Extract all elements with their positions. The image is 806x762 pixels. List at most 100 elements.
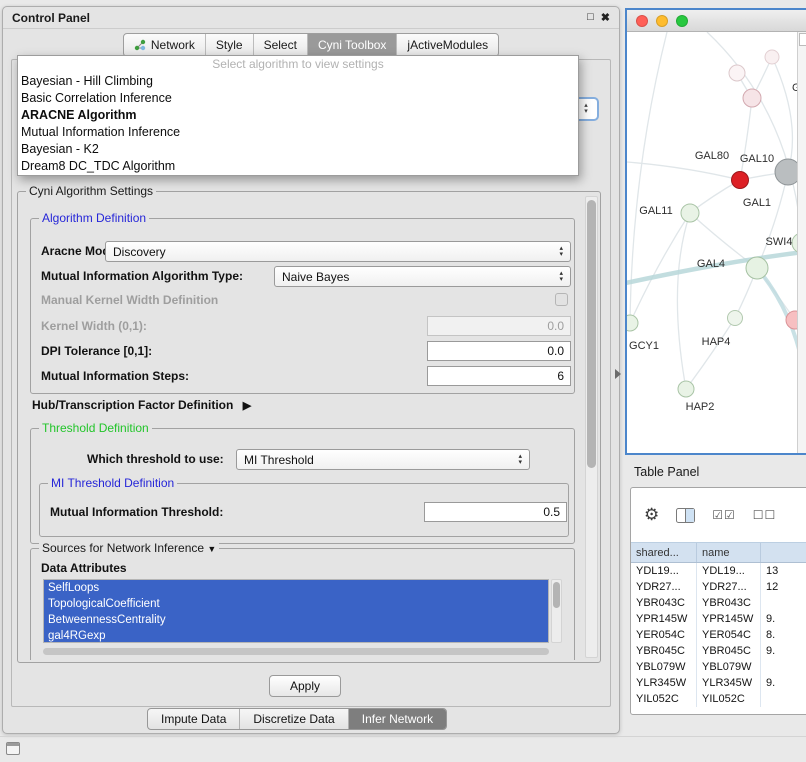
tab-discretize-data[interactable]: Discretize Data — [239, 709, 347, 729]
node-label: HAP2 — [686, 401, 715, 413]
list-item-selfloops[interactable]: SelfLoops — [44, 580, 548, 596]
attribute-list: SelfLoops TopologicalCoefficient Between… — [43, 579, 549, 643]
which-threshold-label: Which threshold to use: — [87, 452, 224, 466]
node-label: SWI4 — [766, 236, 793, 248]
aracne-mode-select[interactable]: Discovery ▴▾ — [105, 241, 571, 262]
column-header-shared[interactable]: shared... — [631, 543, 697, 562]
tab-jactivemodules[interactable]: jActiveModules — [396, 34, 498, 56]
settings-scrollbar-thumb[interactable] — [587, 200, 596, 468]
node-pale-pink-top[interactable] — [765, 50, 779, 64]
table-row[interactable]: YER054CYER054C8. — [631, 627, 806, 643]
control-panel-tabstrip: Network Style Select Cyni Toolbox jActiv… — [3, 33, 619, 57]
dropdown-prompt: Select algorithm to view settings — [18, 56, 578, 73]
column-header-clipped[interactable] — [761, 543, 806, 562]
tab-style[interactable]: Style — [205, 34, 253, 56]
float-window-icon[interactable]: □ — [587, 11, 594, 24]
minimize-traffic-button[interactable] — [656, 15, 668, 27]
node-green-gal1[interactable] — [681, 204, 699, 222]
table-toolbar: ⚙ ☑☑ ☐☐ — [631, 488, 806, 542]
table-panel-window: ⚙ ☑☑ ☐☐ shared... name YDL19...YDL19...1… — [630, 487, 806, 715]
algorithm-definition-group: Algorithm Definition Aracne Mode: Discov… — [30, 218, 575, 394]
algorithm-dropdown-popup: Select algorithm to view settings Bayesi… — [17, 55, 579, 176]
node-label: GAL11 — [639, 205, 672, 217]
column-header-name[interactable]: name — [697, 543, 761, 562]
restore-panel-icon[interactable] — [6, 742, 20, 755]
attribute-list-scrollbar-thumb[interactable] — [553, 582, 560, 608]
network-icon — [134, 39, 146, 51]
zoom-traffic-button[interactable] — [676, 15, 688, 27]
bottom-tabstrip: Impute Data Discretize Data Infer Networ… — [147, 708, 447, 730]
node-label: GAL10 — [740, 153, 774, 165]
tab-select[interactable]: Select — [253, 34, 307, 56]
threshold-definition-group: Threshold Definition Which threshold to … — [30, 428, 575, 544]
tab-cyni-toolbox[interactable]: Cyni Toolbox — [307, 34, 396, 56]
dpi-tolerance-input[interactable]: 0.0 — [427, 341, 571, 361]
gear-icon[interactable]: ⚙ — [644, 505, 659, 525]
table-header-row: shared... name — [631, 542, 806, 563]
node-green-gcy1[interactable] — [627, 315, 638, 331]
network-view-window: GAL GAL80 GAL10 GAL11 GAL1 SWI4 GAL4 GCY… — [625, 8, 806, 455]
table-row[interactable]: YBR043CYBR043C — [631, 595, 806, 611]
list-item-topologicalcoefficient[interactable]: TopologicalCoefficient — [44, 596, 548, 612]
settings-scrollbar[interactable] — [585, 196, 598, 658]
show-columns-icon[interactable] — [676, 508, 695, 523]
list-item-gal4rgexp[interactable]: gal4RGexp — [44, 628, 548, 643]
mi-steps-input[interactable]: 6 — [427, 366, 571, 386]
node-green-gal4[interactable] — [746, 257, 768, 279]
which-threshold-select[interactable]: MI Threshold ▴▾ — [236, 449, 530, 470]
node-pale-top[interactable] — [729, 65, 745, 81]
mi-type-select[interactable]: Naive Bayes ▴▾ — [274, 266, 571, 287]
stepper-icon: ▴▾ — [511, 454, 522, 466]
mi-threshold-input[interactable]: 0.5 — [424, 502, 567, 522]
table-row[interactable]: YDL19...YDL19...13 — [631, 563, 806, 579]
manual-kernel-label: Manual Kernel Width Definition — [41, 293, 218, 307]
kernel-width-label: Kernel Width (0,1): — [41, 319, 147, 333]
kernel-width-input: 0.0 — [427, 316, 571, 336]
node-red-gal10[interactable] — [732, 172, 749, 189]
data-attributes-label: Data Attributes — [41, 561, 127, 575]
table-row[interactable]: YIL052CYIL052C — [631, 691, 806, 707]
list-item-betweennesscentrality[interactable]: BetweennessCentrality — [44, 612, 548, 628]
node-label: GCY1 — [629, 340, 659, 352]
dropdown-item-mutual-information[interactable]: Mutual Information Inference — [18, 124, 578, 141]
dropdown-item-dream8[interactable]: Dream8 DC_TDC Algorithm — [18, 158, 578, 175]
mi-threshold-definition-group: MI Threshold Definition Mutual Informati… — [39, 483, 569, 537]
node-green-hap4[interactable] — [728, 311, 743, 326]
dropdown-item-bayesian-hill[interactable]: Bayesian - Hill Climbing — [18, 73, 578, 90]
chevron-right-icon: ▶ — [237, 400, 251, 412]
node-pink-gal80[interactable] — [743, 89, 761, 107]
node-label: GAL1 — [743, 197, 771, 209]
chevron-down-icon: ▼ — [207, 544, 216, 554]
table-row[interactable]: YDR27...YDR27...12 — [631, 579, 806, 595]
dropdown-item-aracne[interactable]: ARACNE Algorithm — [18, 107, 578, 124]
dropdown-item-basic-correlation[interactable]: Basic Correlation Inference — [18, 90, 578, 107]
table-row[interactable]: YBL079WYBL079W — [631, 659, 806, 675]
table-row[interactable]: YLR345WYLR345W9. — [631, 675, 806, 691]
close-icon[interactable]: ✖ — [601, 11, 610, 24]
window-title: Control Panel — [12, 11, 90, 25]
apply-button[interactable]: Apply — [269, 675, 341, 697]
sources-legend[interactable]: Sources for Network Inference ▼ — [39, 541, 219, 555]
node-label: HAP4 — [702, 336, 731, 348]
node-green-hap2[interactable] — [678, 381, 694, 397]
control-panel-window: Control Panel □ ✖ Network Style Select C… — [2, 6, 620, 734]
network-canvas[interactable]: GAL GAL80 GAL10 GAL11 GAL1 SWI4 GAL4 GCY… — [627, 32, 806, 453]
deselect-all-checkboxes-icon[interactable]: ☐☐ — [753, 508, 777, 522]
dropdown-item-bayesian-k2[interactable]: Bayesian - K2 — [18, 141, 578, 158]
attribute-list-scrollbar[interactable] — [551, 579, 562, 643]
stepper-icon: ▴▾ — [552, 271, 563, 283]
table-body: YDL19...YDL19...13 YDR27...YDR27...12 YB… — [631, 563, 806, 707]
splitter-handle-icon[interactable] — [615, 369, 621, 379]
network-scrollbar[interactable] — [797, 32, 806, 453]
table-row[interactable]: YBR045CYBR045C9. — [631, 643, 806, 659]
tab-infer-network[interactable]: Infer Network — [348, 709, 446, 729]
hub-section-toggle[interactable]: Hub/Transcription Factor Definition ▶ — [32, 398, 251, 412]
bottom-divider — [0, 736, 806, 737]
tab-impute-data[interactable]: Impute Data — [148, 709, 239, 729]
select-all-checkboxes-icon[interactable]: ☑☑ — [712, 508, 736, 522]
close-traffic-button[interactable] — [636, 15, 648, 27]
scroll-arrow-icon[interactable] — [799, 33, 806, 46]
tab-network[interactable]: Network — [124, 34, 205, 56]
table-row[interactable]: YPR145WYPR145W9. — [631, 611, 806, 627]
attribute-list-hscrollbar[interactable] — [43, 648, 549, 655]
